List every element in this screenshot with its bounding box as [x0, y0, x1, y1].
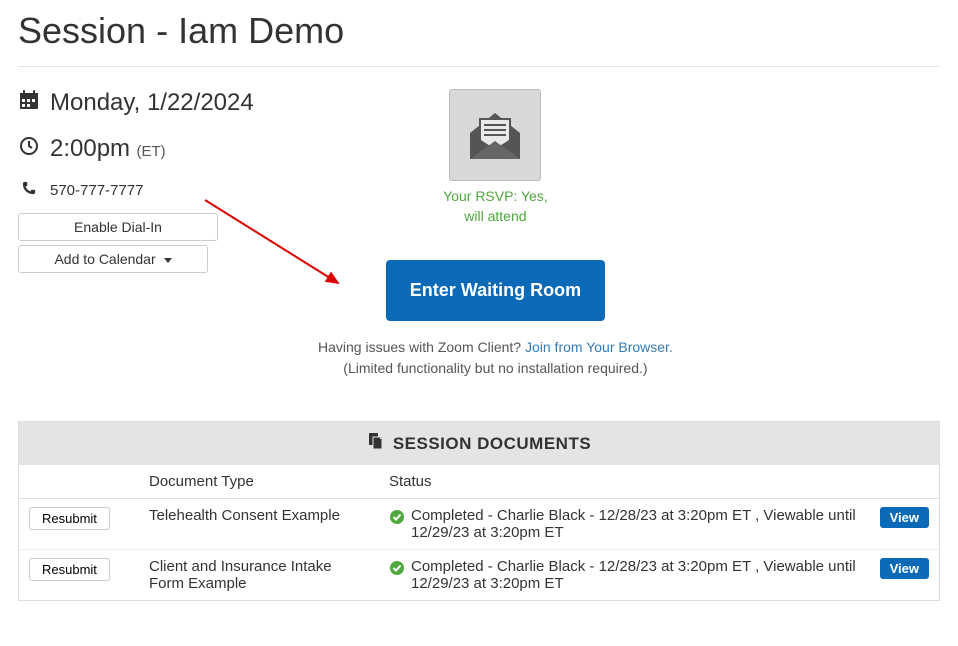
- resubmit-button[interactable]: Resubmit: [29, 507, 110, 530]
- resubmit-button[interactable]: Resubmit: [29, 558, 110, 581]
- document-type: Client and Insurance Intake Form Example: [139, 550, 379, 601]
- page-title: Session - Iam Demo: [18, 10, 940, 52]
- view-button[interactable]: View: [880, 507, 929, 528]
- view-button[interactable]: View: [880, 558, 929, 579]
- check-circle-icon: [389, 509, 405, 525]
- table-row: Resubmit Client and Insurance Intake For…: [19, 550, 939, 601]
- check-circle-icon: [389, 560, 405, 576]
- table-row: Resubmit Telehealth Consent Example Comp…: [19, 499, 939, 550]
- document-type: Telehealth Consent Example: [139, 499, 379, 550]
- calendar-icon: [18, 90, 40, 110]
- clock-icon: [18, 136, 40, 156]
- document-status: Completed - Charlie Black - 12/28/23 at …: [411, 507, 860, 541]
- column-header-status: Status: [379, 465, 870, 499]
- zoom-help-prefix: Having issues with Zoom Client?: [318, 339, 525, 355]
- divider: [18, 66, 940, 67]
- add-to-calendar-button[interactable]: Add to Calendar: [18, 245, 208, 273]
- enable-dialin-button[interactable]: Enable Dial-In: [18, 213, 218, 241]
- enter-waiting-room-button[interactable]: Enter Waiting Room: [386, 260, 605, 321]
- column-header-type: Document Type: [139, 465, 379, 499]
- session-time: 2:00pm: [50, 135, 130, 162]
- documents-icon: [367, 432, 385, 455]
- join-from-browser-link[interactable]: Join from Your Browser.: [525, 339, 673, 355]
- rsvp-status: Your RSVP: Yes, will attend: [435, 187, 555, 226]
- phone-icon: [18, 181, 40, 195]
- zoom-help-sub: (Limited functionality but no installati…: [343, 360, 647, 376]
- session-timezone: (ET): [137, 143, 166, 160]
- document-status: Completed - Charlie Black - 12/28/23 at …: [411, 558, 860, 592]
- session-date: Monday, 1/22/2024: [50, 89, 254, 117]
- rsvp-envelope-icon[interactable]: [449, 89, 541, 181]
- session-phone: 570-777-7777: [50, 182, 143, 199]
- add-to-calendar-label: Add to Calendar: [54, 251, 155, 267]
- documents-section-title: SESSION DOCUMENTS: [393, 434, 591, 454]
- chevron-down-icon: [164, 258, 172, 263]
